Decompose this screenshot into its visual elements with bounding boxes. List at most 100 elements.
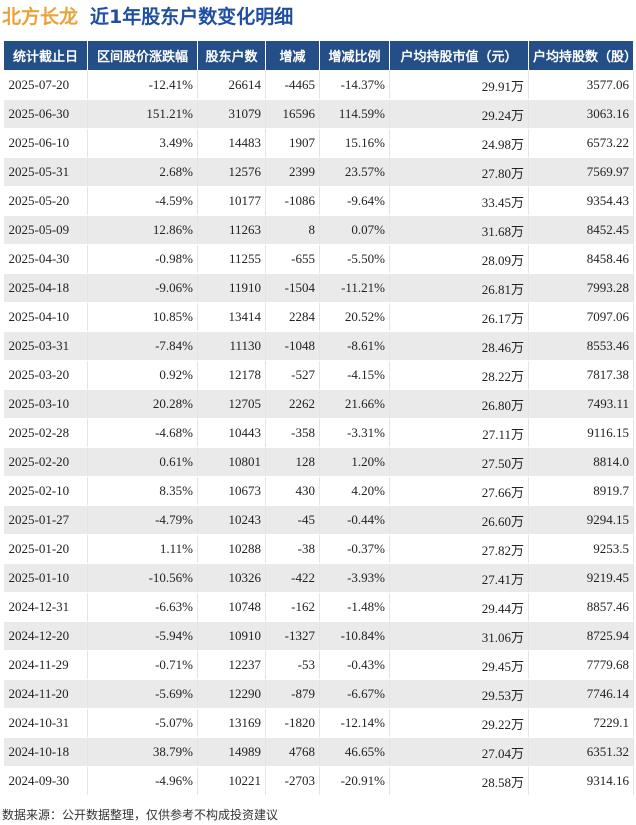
cell-price-change: 1.11% bbox=[87, 534, 198, 564]
cell-avg-value: 27.80万 bbox=[389, 157, 529, 187]
cell-date: 2024-12-31 bbox=[3, 592, 88, 622]
cell-delta-pct: -8.61% bbox=[319, 331, 390, 361]
shareholder-table: 统计截止日 区间股价涨跌幅 股东户数 增减 增减比例 户均持股市值（元） 户均持… bbox=[3, 40, 634, 796]
cell-avg-value: 26.80万 bbox=[389, 389, 529, 419]
cell-delta-pct: 23.57% bbox=[319, 157, 390, 187]
cell-avg-value: 28.22万 bbox=[389, 360, 529, 390]
table-row: 2024-10-18 38.79% 14989 4768 46.65% 27.04万 635… bbox=[3, 737, 634, 767]
table-row: 2024-10-31 -5.07% 13169 -1820 -12.14% 29.22万 7… bbox=[3, 708, 634, 738]
col-header-holders: 股东户数 bbox=[197, 40, 266, 71]
cell-holders: 12178 bbox=[197, 360, 266, 390]
cell-holders: 10177 bbox=[197, 186, 266, 216]
table-row: 2024-12-31 -6.63% 10748 -162 -1.48% 29.44万 885… bbox=[3, 592, 634, 622]
table-row: 2025-04-18 -9.06% 11910 -1504 -11.21% 26.81万 7… bbox=[3, 273, 634, 303]
cell-delta-pct: 0.07% bbox=[319, 215, 390, 245]
cell-delta: -1048 bbox=[265, 331, 320, 361]
cell-delta: -879 bbox=[265, 679, 320, 709]
cell-delta: 430 bbox=[265, 476, 320, 506]
data-source-note: 数据来源：公开数据整理，仅供参考不构成投资建议 bbox=[2, 808, 279, 822]
cell-delta-pct: 46.65% bbox=[319, 737, 390, 767]
cell-date: 2025-02-10 bbox=[3, 476, 88, 506]
cell-avg-shares: 9314.16 bbox=[528, 766, 634, 796]
cell-delta: -2703 bbox=[265, 766, 320, 796]
cell-delta: 128 bbox=[265, 447, 320, 477]
table-row: 2025-03-20 0.92% 12178 -527 -4.15% 28.22万 7817… bbox=[3, 360, 634, 390]
cell-price-change: 2.68% bbox=[87, 157, 198, 187]
cell-delta: -45 bbox=[265, 505, 320, 535]
cell-date: 2025-03-10 bbox=[3, 389, 88, 419]
cell-date: 2025-02-20 bbox=[3, 447, 88, 477]
cell-price-change: -5.07% bbox=[87, 708, 198, 738]
table-row: 2025-03-10 20.28% 12705 2262 21.66% 26.80万 749… bbox=[3, 389, 634, 419]
cell-avg-value: 29.44万 bbox=[389, 592, 529, 622]
table-row: 2025-02-10 8.35% 10673 430 4.20% 27.66万 8919.7 bbox=[3, 476, 634, 506]
cell-delta-pct: -4.15% bbox=[319, 360, 390, 390]
cell-avg-shares: 7993.28 bbox=[528, 273, 634, 303]
table-header-row: 统计截止日 区间股价涨跌幅 股东户数 增减 增减比例 户均持股市值（元） 户均持… bbox=[3, 40, 634, 71]
cell-avg-shares: 8725.94 bbox=[528, 621, 634, 651]
cell-delta-pct: 114.59% bbox=[319, 99, 390, 129]
cell-avg-shares: 7229.1 bbox=[528, 708, 634, 738]
cell-date: 2024-10-18 bbox=[3, 737, 88, 767]
table-row: 2025-07-20 -12.41% 26614 -4465 -14.37% 29.91万… bbox=[3, 70, 634, 100]
cell-avg-value: 28.46万 bbox=[389, 331, 529, 361]
cell-price-change: 12.86% bbox=[87, 215, 198, 245]
cell-avg-shares: 8814.0 bbox=[528, 447, 634, 477]
cell-date: 2025-03-31 bbox=[3, 331, 88, 361]
cell-delta-pct: -12.14% bbox=[319, 708, 390, 738]
cell-date: 2025-01-20 bbox=[3, 534, 88, 564]
page-title: 近1年股东户数变化明细 bbox=[90, 6, 294, 28]
cell-delta-pct: -14.37% bbox=[319, 70, 390, 100]
cell-date: 2025-02-28 bbox=[3, 418, 88, 448]
cell-avg-value: 28.09万 bbox=[389, 244, 529, 274]
table-row: 2025-02-28 -4.68% 10443 -358 -3.31% 27.11万 911… bbox=[3, 418, 634, 448]
table-row: 2025-01-10 -10.56% 10326 -422 -3.93% 27.41万 92… bbox=[3, 563, 634, 593]
cell-delta-pct: 21.66% bbox=[319, 389, 390, 419]
cell-delta: 1907 bbox=[265, 128, 320, 158]
cell-avg-shares: 9219.45 bbox=[528, 563, 634, 593]
cell-holders: 11255 bbox=[197, 244, 266, 274]
cell-holders: 12290 bbox=[197, 679, 266, 709]
cell-delta: -527 bbox=[265, 360, 320, 390]
col-header-price-change: 区间股价涨跌幅 bbox=[87, 40, 198, 71]
cell-avg-shares: 7779.68 bbox=[528, 650, 634, 680]
cell-date: 2025-04-10 bbox=[3, 302, 88, 332]
cell-date: 2025-04-18 bbox=[3, 273, 88, 303]
table-row: 2025-05-20 -4.59% 10177 -1086 -9.64% 33.45万 93… bbox=[3, 186, 634, 216]
table-row: 2025-06-10 3.49% 14483 1907 15.16% 24.98万 6573… bbox=[3, 128, 634, 158]
cell-holders: 13414 bbox=[197, 302, 266, 332]
cell-avg-value: 29.22万 bbox=[389, 708, 529, 738]
cell-delta-pct: 20.52% bbox=[319, 302, 390, 332]
cell-holders: 13169 bbox=[197, 708, 266, 738]
table-row: 2024-09-30 -4.96% 10221 -2703 -20.91% 28.58万 9… bbox=[3, 766, 634, 796]
cell-delta: 8 bbox=[265, 215, 320, 245]
cell-avg-value: 27.11万 bbox=[389, 418, 529, 448]
cell-avg-value: 27.50万 bbox=[389, 447, 529, 477]
cell-delta: -655 bbox=[265, 244, 320, 274]
cell-holders: 14483 bbox=[197, 128, 266, 158]
cell-avg-value: 31.68万 bbox=[389, 215, 529, 245]
cell-price-change: -10.56% bbox=[87, 563, 198, 593]
cell-avg-shares: 6573.22 bbox=[528, 128, 634, 158]
table-row: 2025-02-20 0.61% 10801 128 1.20% 27.50万 8814.0 bbox=[3, 447, 634, 477]
cell-avg-shares: 9116.15 bbox=[528, 418, 634, 448]
cell-price-change: 38.79% bbox=[87, 737, 198, 767]
cell-avg-shares: 7746.14 bbox=[528, 679, 634, 709]
cell-price-change: 8.35% bbox=[87, 476, 198, 506]
cell-avg-value: 31.06万 bbox=[389, 621, 529, 651]
cell-avg-value: 27.41万 bbox=[389, 563, 529, 593]
cell-date: 2025-06-10 bbox=[3, 128, 88, 158]
cell-delta: -162 bbox=[265, 592, 320, 622]
cell-price-change: -4.79% bbox=[87, 505, 198, 535]
cell-price-change: -12.41% bbox=[87, 70, 198, 100]
cell-delta-pct: -1.48% bbox=[319, 592, 390, 622]
cell-avg-value: 29.24万 bbox=[389, 99, 529, 129]
cell-price-change: 0.92% bbox=[87, 360, 198, 390]
cell-date: 2024-10-31 bbox=[3, 708, 88, 738]
cell-avg-value: 29.45万 bbox=[389, 650, 529, 680]
cell-price-change: -5.69% bbox=[87, 679, 198, 709]
cell-date: 2024-09-30 bbox=[3, 766, 88, 796]
cell-holders: 10673 bbox=[197, 476, 266, 506]
cell-avg-shares: 8919.7 bbox=[528, 476, 634, 506]
table-row: 2025-01-20 1.11% 10288 -38 -0.37% 27.82万 9253.… bbox=[3, 534, 634, 564]
